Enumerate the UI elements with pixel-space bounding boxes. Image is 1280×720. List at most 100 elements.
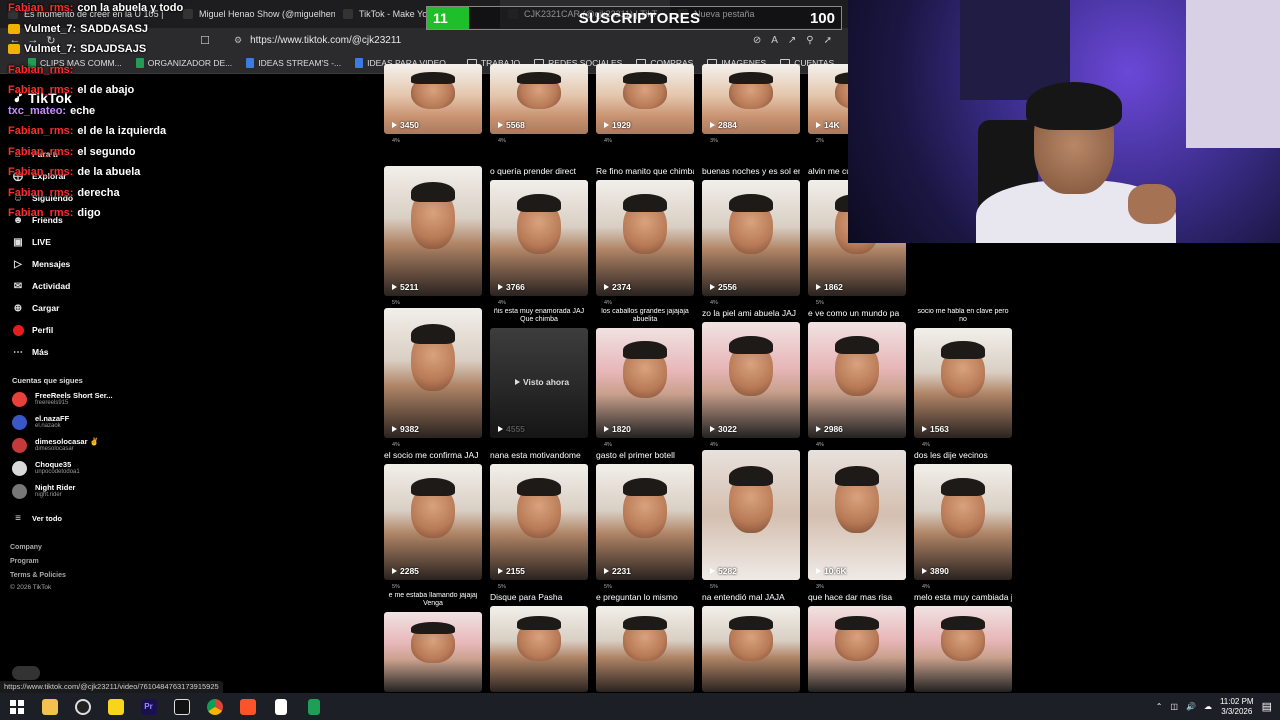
zoom-icon[interactable]: ⚲ [806,35,813,46]
system-clock[interactable]: 11:02 PM 3/3/2026 [1220,697,1254,717]
play-icon [710,284,715,290]
video-thumbnail[interactable] [596,606,694,692]
video-card[interactable]: melo esta muy cambiada ja [914,592,1012,708]
footer-terms[interactable]: Terms & Policies [10,572,66,579]
taskbar-capcut[interactable] [165,693,198,720]
video-card[interactable]: 3450 4% [384,64,482,150]
video-thumbnail[interactable] [914,464,1012,580]
following-account[interactable]: el.nazaFF el.nazaok [12,415,69,430]
video-card[interactable]: dos les dije vecinos 3890 4% [914,450,1012,596]
tray-expand-icon[interactable]: ⌃ [1156,702,1163,711]
video-card[interactable]: 5568 4% [490,64,588,150]
view-count-text: 2986 [824,424,843,434]
open-external-icon[interactable]: ↗ [788,35,796,46]
url-field[interactable]: ⚙ https://www.tiktok.com/@cjk23211 [234,31,753,49]
video-card[interactable]: los caballos grandes jajajaja abuelita 18… [596,308,694,454]
chat-username: Fabian_rms: [8,125,74,138]
video-card[interactable]: e ve como un mundo pa 2986 4% [808,308,906,454]
footer-program[interactable]: Program [10,558,39,565]
video-card[interactable]: o quería prender direct 3766 4% [490,166,588,312]
video-card[interactable]: 1929 4% [596,64,694,150]
video-card[interactable]: 9382 4% [384,308,482,454]
video-thumbnail[interactable] [384,166,482,296]
video-card[interactable]: 2884 3% [702,64,800,150]
taskbar-file-explorer[interactable] [33,693,66,720]
following-account[interactable]: dimesolocasar ✌ dimesolocasar [12,438,99,453]
translate-icon[interactable]: A [771,35,778,46]
video-thumbnail[interactable] [490,464,588,580]
video-thumbnail[interactable] [702,450,800,580]
sidebar-item-upload[interactable]: ⊕ Cargar [12,302,60,314]
tab-label: TikTok - Make Your [359,9,436,19]
video-stat: 5% [816,300,824,306]
network-icon[interactable]: ◫ [1170,702,1178,711]
following-account[interactable]: FreeReels Short Ser... freereels915 [12,392,113,407]
sidebar-item-profile[interactable]: Perfil [12,324,53,336]
video-card[interactable]: el socio me confirma JAJ 2285 5% [384,450,482,596]
video-card[interactable]: 5211 5% [384,166,482,312]
following-account[interactable]: Choque35 unpocodetodoa1 [12,461,80,476]
view-count: 2155 [498,566,525,576]
video-card[interactable]: gasto el primer botell 2231 5% [596,450,694,596]
video-card[interactable]: Disque para Pasha [490,592,588,708]
view-count-text: 2285 [400,566,419,576]
cloud-icon[interactable]: ☁ [1204,702,1212,711]
video-stat: 3% [710,138,718,144]
thumbnail-hair [411,621,455,635]
taskbar-chrome[interactable] [198,693,231,720]
video-card[interactable]: 10.6K 3% [808,450,906,596]
video-stat: 5% [604,584,612,590]
taskbar-app-yellow[interactable] [99,693,132,720]
video-thumbnail[interactable] [914,328,1012,438]
see-all-following[interactable]: ≡ Ver todo [12,512,62,524]
video-thumbnail[interactable] [808,322,906,438]
video-card[interactable]: nana esta motivandome 2155 5% [490,450,588,596]
following-account[interactable]: Night Rider night.rider [12,484,75,499]
video-card[interactable]: na entendió mal JAJA [702,592,800,708]
volume-icon[interactable]: 🔊 [1186,702,1196,711]
taskbar-file[interactable] [264,693,297,720]
video-thumbnail[interactable] [702,606,800,692]
sidebar-item-live[interactable]: ▣ LIVE [12,236,51,248]
taskbar-premiere[interactable]: Pr [132,693,165,720]
video-card[interactable]: e preguntan lo mismo [596,592,694,708]
video-thumbnail[interactable] [596,464,694,580]
play-icon [816,284,821,290]
taskbar-brave[interactable] [231,693,264,720]
video-thumbnail[interactable] [384,464,482,580]
video-thumbnail[interactable] [702,322,800,438]
video-card[interactable]: buenas noches y es sol en 2556 4% [702,166,800,312]
video-card[interactable]: ñis esta muy enamorada JAJ Que chimba Vis… [490,308,588,454]
view-count: 3022 [710,424,737,434]
taskbar-sheets[interactable] [297,693,330,720]
sidebar-item-send[interactable]: ▷ Mensajes [12,258,70,270]
video-thumbnail[interactable] [596,328,694,438]
share-icon[interactable]: ➚ [824,35,832,46]
sidebar-item-inbox[interactable]: ✉ Actividad [12,280,70,292]
video-thumbnail[interactable] [490,606,588,692]
video-card[interactable]: que hace dar mas risa [808,592,906,708]
video-thumbnail[interactable] [914,606,1012,692]
video-card[interactable]: zo la piel ami abuela JAJ 3022 4% [702,308,800,454]
video-card[interactable]: socio me habla en clave pero no 1563 4% [914,308,1012,454]
video-card[interactable]: e me estaba llamando jajajaj Venga [384,592,482,708]
footer-company[interactable]: Company [10,544,42,551]
video-thumbnail[interactable] [490,180,588,296]
video-thumbnail[interactable] [384,308,482,438]
video-thumbnail[interactable] [808,450,906,580]
thumbnail-hair [623,477,667,497]
sidebar-item-more[interactable]: ⋯ Más [12,346,49,358]
file-icon [274,698,287,715]
video-card[interactable]: Re fino manito que chimba 2374 4% [596,166,694,312]
notifications-icon[interactable]: ▤ [1262,700,1272,713]
taskbar-obs[interactable] [66,693,99,720]
video-card[interactable]: 5282 5% [702,450,800,596]
reader-off-icon[interactable]: ⊘ [753,35,761,46]
video-thumbnail[interactable] [596,180,694,296]
video-thumbnail[interactable] [702,180,800,296]
start-button[interactable] [0,693,33,720]
play-icon [498,122,503,128]
video-thumbnail[interactable] [808,606,906,692]
toggle-icon[interactable] [12,666,40,680]
video-thumbnail[interactable] [384,612,482,692]
